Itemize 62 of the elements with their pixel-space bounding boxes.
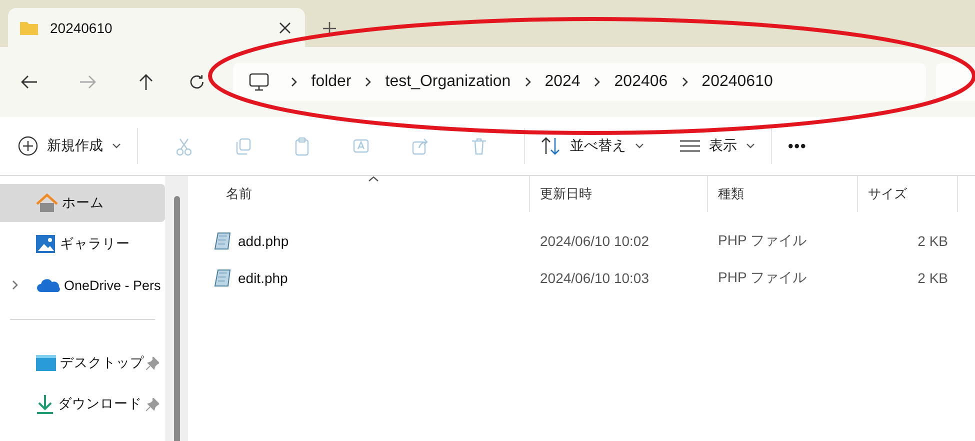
chevron-icon (291, 77, 298, 87)
cloud-icon (36, 277, 60, 293)
sidebar-label: ホーム (62, 194, 104, 212)
folder-icon (20, 20, 38, 34)
sidebar-item[interactable]: ホーム (0, 184, 165, 222)
file-size: 2 KB (916, 232, 949, 248)
forward-icon[interactable] (79, 74, 98, 90)
view-button[interactable]: 表示 (680, 137, 755, 155)
window-tab[interactable]: 20240610 (8, 8, 305, 47)
tab-title: 20240610 (50, 20, 114, 36)
sidebar-label: ダウンロード (58, 395, 142, 413)
column-header[interactable]: サイズ (868, 185, 907, 203)
modified-date: 2024/06/10 10:03 (539, 270, 650, 286)
file-type: PHP ファイル (717, 232, 808, 250)
address-bar[interactable]: folder test_Organization 2024 202406 20240610 (233, 63, 926, 101)
sidebar-item[interactable]: OneDrive - Pers (0, 266, 165, 304)
file-name[interactable]: edit.php (238, 270, 288, 286)
file-size: 2 KB (916, 270, 949, 286)
sidebar-label: デスクトップ (60, 354, 144, 372)
file-icon (214, 268, 232, 286)
new-button[interactable]: 新規作成 (18, 136, 121, 156)
back-icon[interactable] (20, 74, 38, 90)
sidebar-item[interactable]: デスクトップ (0, 344, 165, 382)
breadcrumb-item[interactable]: folder (297, 73, 366, 91)
file-name[interactable]: add.php (238, 232, 289, 248)
sidebar-item[interactable]: ギャラリー (0, 225, 165, 263)
breadcrumb-item[interactable]: 20240610 (688, 73, 787, 91)
breadcrumb-item[interactable]: test_Organization (371, 73, 525, 91)
close-icon[interactable] (279, 22, 291, 34)
chevron-icon (594, 77, 600, 87)
sort-button[interactable]: 並べ替え (541, 137, 644, 155)
chevron-icon (365, 77, 372, 87)
lines-icon (680, 140, 700, 152)
plus-circle-icon (18, 136, 38, 156)
expand-icon (12, 280, 18, 290)
sort-icon (541, 137, 561, 155)
chevron-icon (524, 77, 531, 87)
modified-date: 2024/06/10 10:02 (539, 232, 650, 248)
sidebar-label: ギャラリー (60, 235, 130, 253)
column-header[interactable]: 名前 (198, 185, 252, 203)
caret-icon (112, 143, 121, 149)
plus-icon[interactable] (323, 22, 336, 35)
scrollbar-thumb[interactable] (174, 196, 180, 441)
computer-icon (249, 73, 270, 91)
file-icon (214, 232, 232, 250)
caret-icon (635, 143, 644, 149)
desktop-icon (36, 354, 56, 372)
file-type: PHP ファイル (717, 268, 808, 286)
sidebar-item[interactable]: ダウンロード (0, 385, 165, 423)
gallery-icon (36, 234, 56, 254)
breadcrumb-item[interactable]: 202406 (600, 73, 682, 91)
caret-icon (746, 143, 755, 149)
up-icon[interactable] (138, 73, 154, 91)
more-button[interactable]: ••• (788, 138, 807, 154)
breadcrumb-item[interactable]: 2024 (530, 73, 594, 91)
download-icon (36, 394, 54, 414)
chevron-icon (682, 77, 688, 87)
sidebar-label: OneDrive - Pers (64, 278, 161, 292)
home-icon (36, 193, 58, 213)
column-header[interactable]: 更新日時 (540, 185, 592, 203)
column-header[interactable]: 種類 (718, 185, 744, 203)
refresh-icon[interactable] (189, 74, 206, 90)
